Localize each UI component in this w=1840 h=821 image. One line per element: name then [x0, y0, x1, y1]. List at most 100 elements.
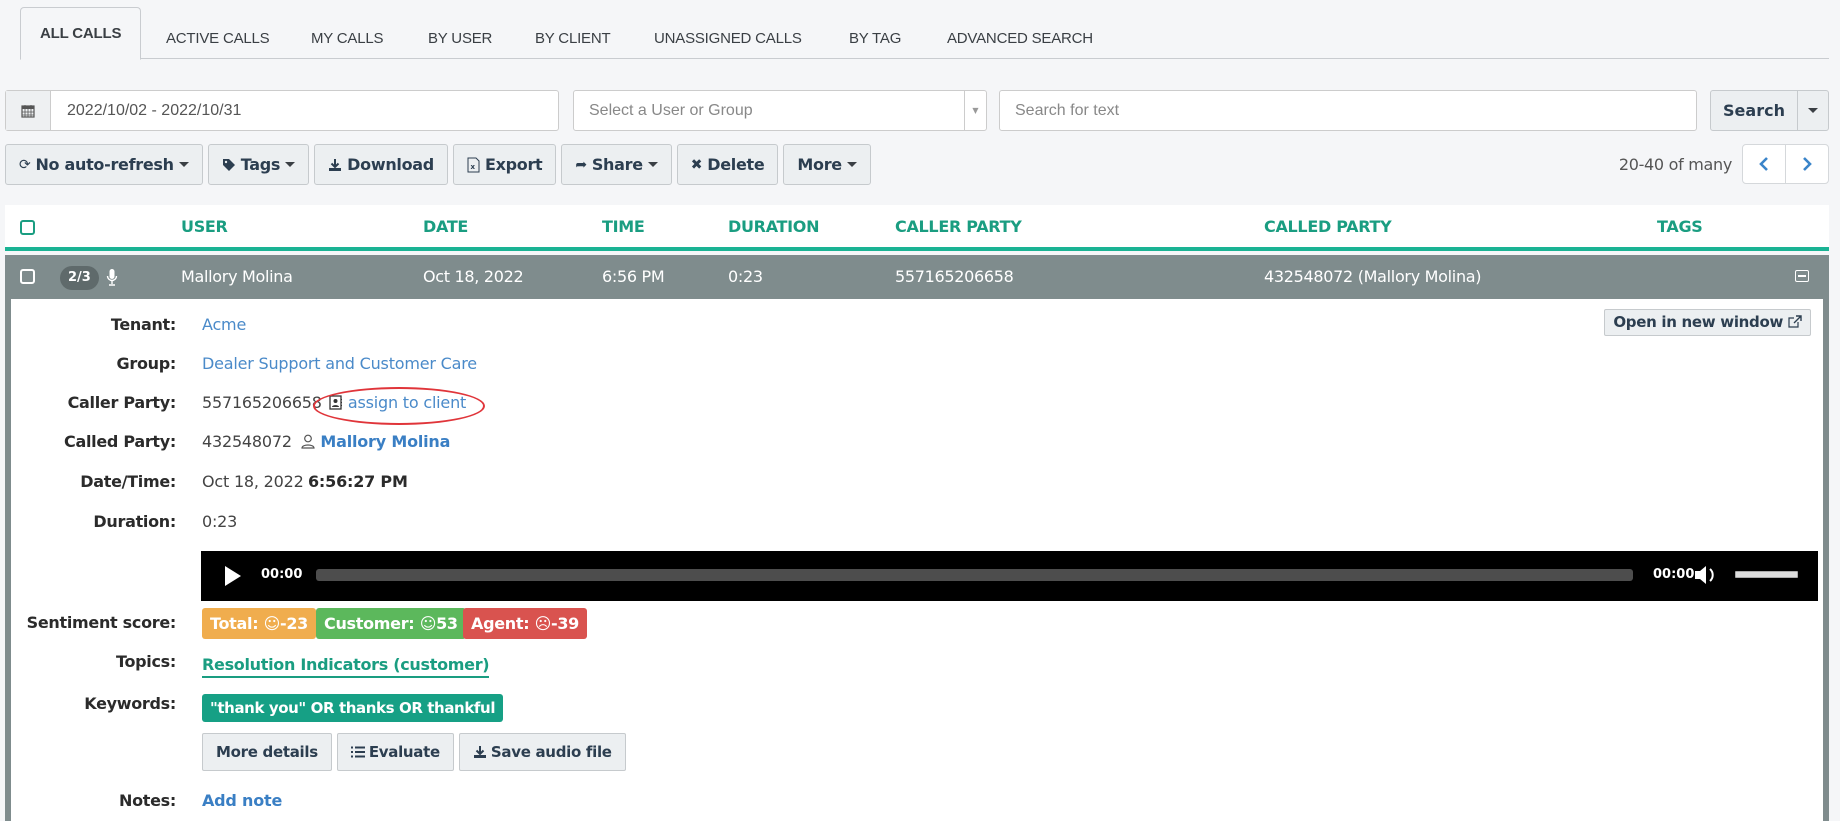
- tab-by-user[interactable]: BY USER: [428, 20, 492, 59]
- assign-to-client-link[interactable]: assign to client: [329, 393, 466, 412]
- audio-player: 00:00 00:00: [201, 551, 1818, 601]
- sentiment-label: Sentiment score:: [26, 613, 177, 632]
- contact-card-icon: [329, 395, 342, 410]
- export-button[interactable]: x Export: [452, 144, 557, 185]
- add-note-link[interactable]: Add note: [202, 791, 282, 810]
- search-options-dropdown[interactable]: [1797, 91, 1828, 130]
- auto-refresh-label: No auto-refresh: [35, 155, 174, 174]
- row-time: 6:56 PM: [602, 267, 665, 286]
- row-date: Oct 18, 2022: [423, 267, 524, 286]
- download-label: Download: [347, 155, 434, 174]
- tab-by-client[interactable]: BY CLIENT: [535, 20, 611, 59]
- more-dropdown[interactable]: More: [783, 144, 871, 185]
- called-user-link[interactable]: Mallory Molina: [301, 432, 450, 451]
- column-header-caller-party[interactable]: CALLER PARTY: [895, 217, 1022, 236]
- open-in-new-window-button[interactable]: Open in new window: [1604, 309, 1811, 336]
- external-link-icon: [1788, 315, 1802, 328]
- more-details-button[interactable]: More details: [202, 733, 332, 771]
- sentiment-customer-label: Customer:: [324, 614, 415, 633]
- sentiment-agent-value: -39: [551, 614, 580, 633]
- column-header-time[interactable]: TIME: [602, 217, 645, 236]
- select-all-checkbox[interactable]: [20, 220, 35, 235]
- row-duration: 0:23: [728, 267, 763, 286]
- keyword-badge[interactable]: "thank you" OR thanks OR thankful: [202, 694, 504, 722]
- column-header-tags[interactable]: TAGS: [1657, 217, 1703, 236]
- more-details-label: More details: [216, 743, 318, 761]
- column-header-user[interactable]: USER: [181, 217, 228, 236]
- tab-active-calls[interactable]: ACTIVE CALLS: [166, 20, 270, 59]
- topic-link[interactable]: Resolution Indicators (customer): [202, 655, 490, 678]
- search-button-group: Search: [1710, 90, 1829, 131]
- next-page-button[interactable]: [1785, 145, 1828, 183]
- tags-dropdown[interactable]: Tags: [207, 144, 310, 185]
- column-header-duration[interactable]: DURATION: [728, 217, 820, 236]
- save-audio-file-button[interactable]: Save audio file: [458, 733, 626, 771]
- list-icon: [350, 746, 365, 758]
- calendar-icon[interactable]: [6, 91, 51, 130]
- caret-down-icon: [846, 162, 857, 167]
- search-button[interactable]: Search: [1711, 91, 1797, 130]
- sentiment-agent-label: Agent:: [471, 614, 530, 633]
- delete-button[interactable]: ✖ Delete: [676, 144, 779, 185]
- group-link[interactable]: Dealer Support and Customer Care: [202, 354, 477, 373]
- assign-to-client-label: assign to client: [347, 393, 467, 412]
- nav-tabs: ALL CALLS ACTIVE CALLS MY CALLS BY USER …: [20, 0, 1829, 60]
- tab-all-calls[interactable]: ALL CALLS: [20, 7, 142, 60]
- sentiment-total-value: -23: [279, 614, 308, 633]
- user-group-select-placeholder: Select a User or Group: [589, 102, 753, 119]
- notes-label: Notes:: [118, 791, 176, 810]
- row-caller-party: 557165206658: [895, 267, 1014, 286]
- toolbar: ⟳ No auto-refresh Tags Download x Export…: [5, 144, 871, 185]
- tenant-link[interactable]: Acme: [202, 315, 246, 334]
- row-called-party: 432548072 (Mallory Molina): [1264, 267, 1482, 286]
- share-label: Share: [591, 155, 643, 174]
- user-group-select[interactable]: Select a User or Group ▼: [573, 90, 987, 131]
- called-user-name: Mallory Molina: [320, 432, 451, 451]
- tenant-label: Tenant:: [110, 315, 176, 334]
- save-audio-file-label: Save audio file: [490, 743, 612, 761]
- caret-down-icon: [285, 162, 296, 167]
- row-checkbox[interactable]: [20, 269, 35, 284]
- table-row[interactable]: 2/3 Mallory Molina Oct 18, 2022 6:56 PM …: [5, 255, 1829, 299]
- chevron-right-icon: [1803, 157, 1812, 171]
- detail-actions: More details Evaluate Save audio file: [202, 733, 626, 771]
- volume-icon[interactable]: [1694, 564, 1720, 586]
- audio-seek-bar[interactable]: [316, 569, 1633, 581]
- tab-unassigned-calls[interactable]: UNASSIGNED CALLS: [654, 20, 802, 59]
- open-in-new-window-label: Open in new window: [1613, 313, 1784, 331]
- share-icon: ➦: [575, 156, 587, 173]
- pagination-status: 20-40 of many: [1618, 155, 1732, 174]
- caret-down-icon: [178, 162, 189, 167]
- caller-number: 557165206658: [202, 393, 322, 412]
- previous-page-button[interactable]: [1743, 145, 1785, 183]
- share-dropdown[interactable]: ➦ Share: [561, 144, 672, 185]
- sentiment-total-badge: Total: ☺-23: [202, 608, 316, 639]
- sentiment-customer-badge: Customer: ☺53: [316, 608, 466, 639]
- caret-down-icon: [1808, 108, 1818, 113]
- microphone-icon: [106, 269, 118, 286]
- date-range-input[interactable]: [51, 91, 558, 130]
- tab-advanced-search[interactable]: ADVANCED SEARCH: [947, 20, 1093, 59]
- evaluate-button[interactable]: Evaluate: [336, 733, 454, 771]
- download-icon: [329, 158, 342, 171]
- download-button[interactable]: Download: [314, 144, 448, 185]
- chevron-down-icon[interactable]: ▼: [964, 91, 986, 130]
- auto-refresh-dropdown[interactable]: ⟳ No auto-refresh: [5, 144, 203, 185]
- call-time: 6:56:27 PM: [308, 472, 408, 491]
- column-header-date[interactable]: DATE: [423, 217, 468, 236]
- pagination: [1742, 144, 1829, 184]
- tags-label: Tags: [240, 155, 281, 174]
- user-icon: [301, 434, 315, 449]
- row-user: Mallory Molina: [181, 267, 293, 286]
- text-search-input[interactable]: [999, 90, 1697, 131]
- column-header-called-party[interactable]: CALLED PARTY: [1264, 217, 1392, 236]
- tab-by-tag[interactable]: BY TAG: [849, 20, 901, 59]
- sentiment-total-label: Total:: [210, 614, 259, 633]
- audio-current-time: 00:00: [261, 567, 303, 582]
- collapse-row-icon[interactable]: [1795, 270, 1809, 282]
- evaluate-label: Evaluate: [368, 743, 440, 761]
- tab-my-calls[interactable]: MY CALLS: [311, 20, 384, 59]
- play-icon[interactable]: [225, 566, 241, 586]
- volume-slider[interactable]: [1735, 571, 1798, 578]
- date-range-picker[interactable]: [5, 90, 559, 131]
